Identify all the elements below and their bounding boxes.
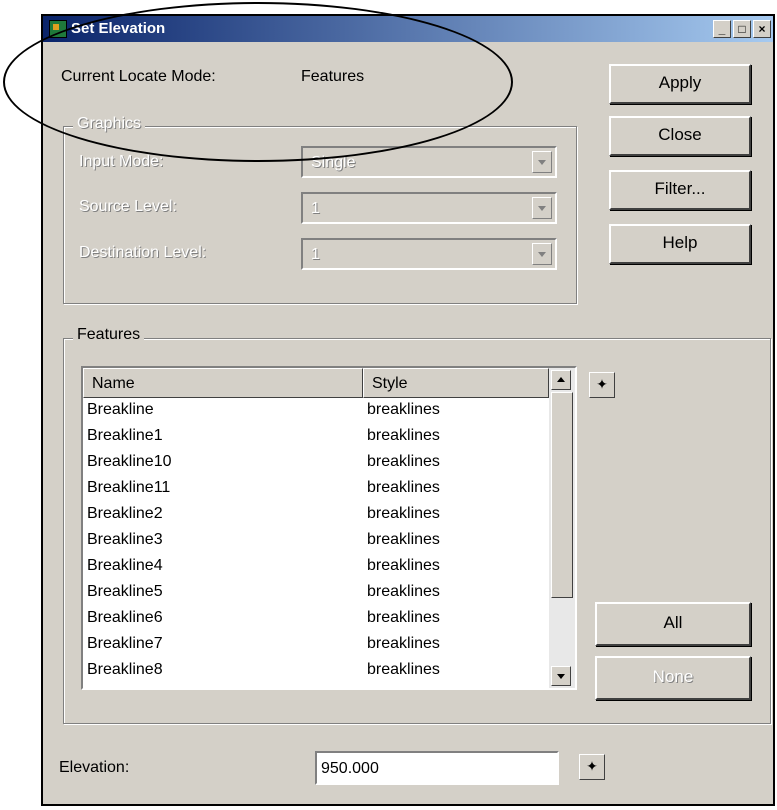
list-item[interactable]: Breakline5 breaklines: [83, 580, 549, 606]
list-item[interactable]: Breakline6 breaklines: [83, 606, 549, 632]
window-title: Set Elevation: [71, 20, 166, 37]
select-none-button: None: [595, 656, 751, 700]
column-header-name[interactable]: Name: [83, 368, 363, 398]
elevation-label: Elevation:: [59, 759, 130, 776]
list-item[interactable]: Breakline7 breaklines: [83, 632, 549, 658]
elevation-input[interactable]: 950.000: [315, 751, 559, 785]
features-group-title: Features: [73, 326, 145, 344]
set-elevation-dialog: Set Elevation _ □ × Current Locate Mode:…: [3, 2, 775, 806]
filter-button[interactable]: Filter...: [609, 170, 751, 210]
source-level-select[interactable]: 1: [301, 192, 557, 224]
app-icon: [49, 20, 67, 38]
close-button[interactable]: Close: [609, 116, 751, 156]
features-rows: Breakline breaklines Breakline1 breaklines…: [83, 398, 549, 684]
graphics-group-title: Graphics: [73, 115, 146, 133]
destination-level-label: Destination Level:: [79, 244, 207, 261]
source-level-label: Source Level:: [79, 198, 177, 215]
list-item[interactable]: Breakline3 breaklines: [83, 528, 549, 554]
title-bar[interactable]: Set Elevation _ □ ×: [43, 16, 773, 42]
column-header-style[interactable]: Style: [363, 368, 549, 398]
features-list[interactable]: Name Style Breakline breaklines Breakline…: [81, 366, 577, 690]
chevron-down-icon[interactable]: [532, 151, 552, 173]
apply-button[interactable]: Apply: [609, 64, 751, 104]
minimize-icon[interactable]: _: [713, 20, 731, 38]
locate-mode-label: Current Locate Mode:: [61, 68, 216, 85]
close-icon[interactable]: ×: [753, 20, 771, 38]
list-item[interactable]: Breakline10 breaklines: [83, 450, 549, 476]
crosshair-pick-icon[interactable]: ✦: [589, 372, 615, 398]
list-item[interactable]: Breakline11 breaklines: [83, 476, 549, 502]
scrollbar-thumb[interactable]: [551, 392, 573, 598]
list-item[interactable]: Breakline2 breaklines: [83, 502, 549, 528]
help-button[interactable]: Help: [609, 224, 751, 264]
chevron-down-icon[interactable]: [532, 197, 552, 219]
input-mode-label: Input Mode:: [79, 153, 164, 170]
input-mode-select[interactable]: Single: [301, 146, 557, 178]
crosshair-pick-icon[interactable]: ✦: [579, 754, 605, 780]
scroll-down-icon[interactable]: [551, 666, 571, 686]
list-item[interactable]: Breakline breaklines: [83, 398, 549, 424]
list-item[interactable]: Breakline1 breaklines: [83, 424, 549, 450]
list-item[interactable]: Breakline4 breaklines: [83, 554, 549, 580]
select-all-button[interactable]: All: [595, 602, 751, 646]
destination-level-select[interactable]: 1: [301, 238, 557, 270]
features-scrollbar[interactable]: [549, 368, 575, 688]
locate-mode-value: Features: [301, 68, 365, 85]
list-item[interactable]: Breakline8 breaklines: [83, 658, 549, 684]
scroll-up-icon[interactable]: [551, 370, 571, 390]
chevron-down-icon[interactable]: [532, 243, 552, 265]
maximize-icon[interactable]: □: [733, 20, 751, 38]
